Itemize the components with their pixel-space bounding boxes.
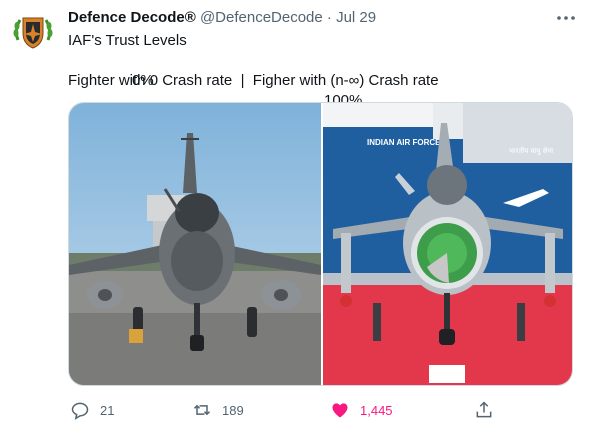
media-image-right[interactable]: INDIAN AIR FORCE भारतीय वायु सेना (323, 103, 572, 385)
tejas-photo (69, 103, 321, 385)
reply-button[interactable]: 21 (70, 394, 114, 426)
tweet-text-line-2: 0% 100% (68, 51, 568, 109)
banner-text-hindi: भारतीय वायु सेना (509, 146, 553, 155)
media-image-left[interactable] (69, 103, 321, 385)
more-button[interactable] (554, 6, 578, 30)
retweet-count: 189 (222, 402, 244, 418)
share-icon (476, 401, 492, 418)
tweet-text: IAF's Trust Levels 0% 100% Fighter with … (68, 31, 568, 109)
reply-icon (71, 402, 89, 420)
action-bar: 21 189 1,445 (62, 394, 582, 426)
separator-dot: · (326, 9, 332, 26)
mig21-photo: INDIAN AIR FORCE भारतीय वायु सेना (323, 103, 572, 385)
like-button[interactable]: 1,445 (330, 394, 393, 426)
like-icon (332, 403, 348, 418)
retweet-icon (193, 404, 211, 416)
tweet-text-line-3: Fighter with 0 Crash rate | Figher with … (68, 72, 439, 89)
share-button[interactable] (474, 394, 494, 426)
tweet-header: Defence Decode® @DefenceDecode · Jul 29 (68, 8, 578, 28)
tweet-text-line-1: IAF's Trust Levels (68, 32, 187, 49)
media-grid: INDIAN AIR FORCE भारतीय वायु सेना (68, 102, 573, 386)
banner-text: INDIAN AIR FORCE (367, 138, 441, 147)
retweet-button[interactable]: 189 (192, 394, 244, 426)
avatar-logo-icon (8, 6, 58, 56)
avatar[interactable] (8, 6, 58, 56)
tweet-date[interactable]: Jul 29 (336, 9, 376, 26)
tweet[interactable]: Defence Decode® @DefenceDecode · Jul 29 … (0, 0, 592, 436)
more-icon (557, 16, 575, 20)
display-name[interactable]: Defence Decode® (68, 9, 196, 26)
user-handle[interactable]: @DefenceDecode (200, 9, 323, 26)
reply-count: 21 (100, 402, 115, 418)
like-count: 1,445 (360, 402, 393, 418)
